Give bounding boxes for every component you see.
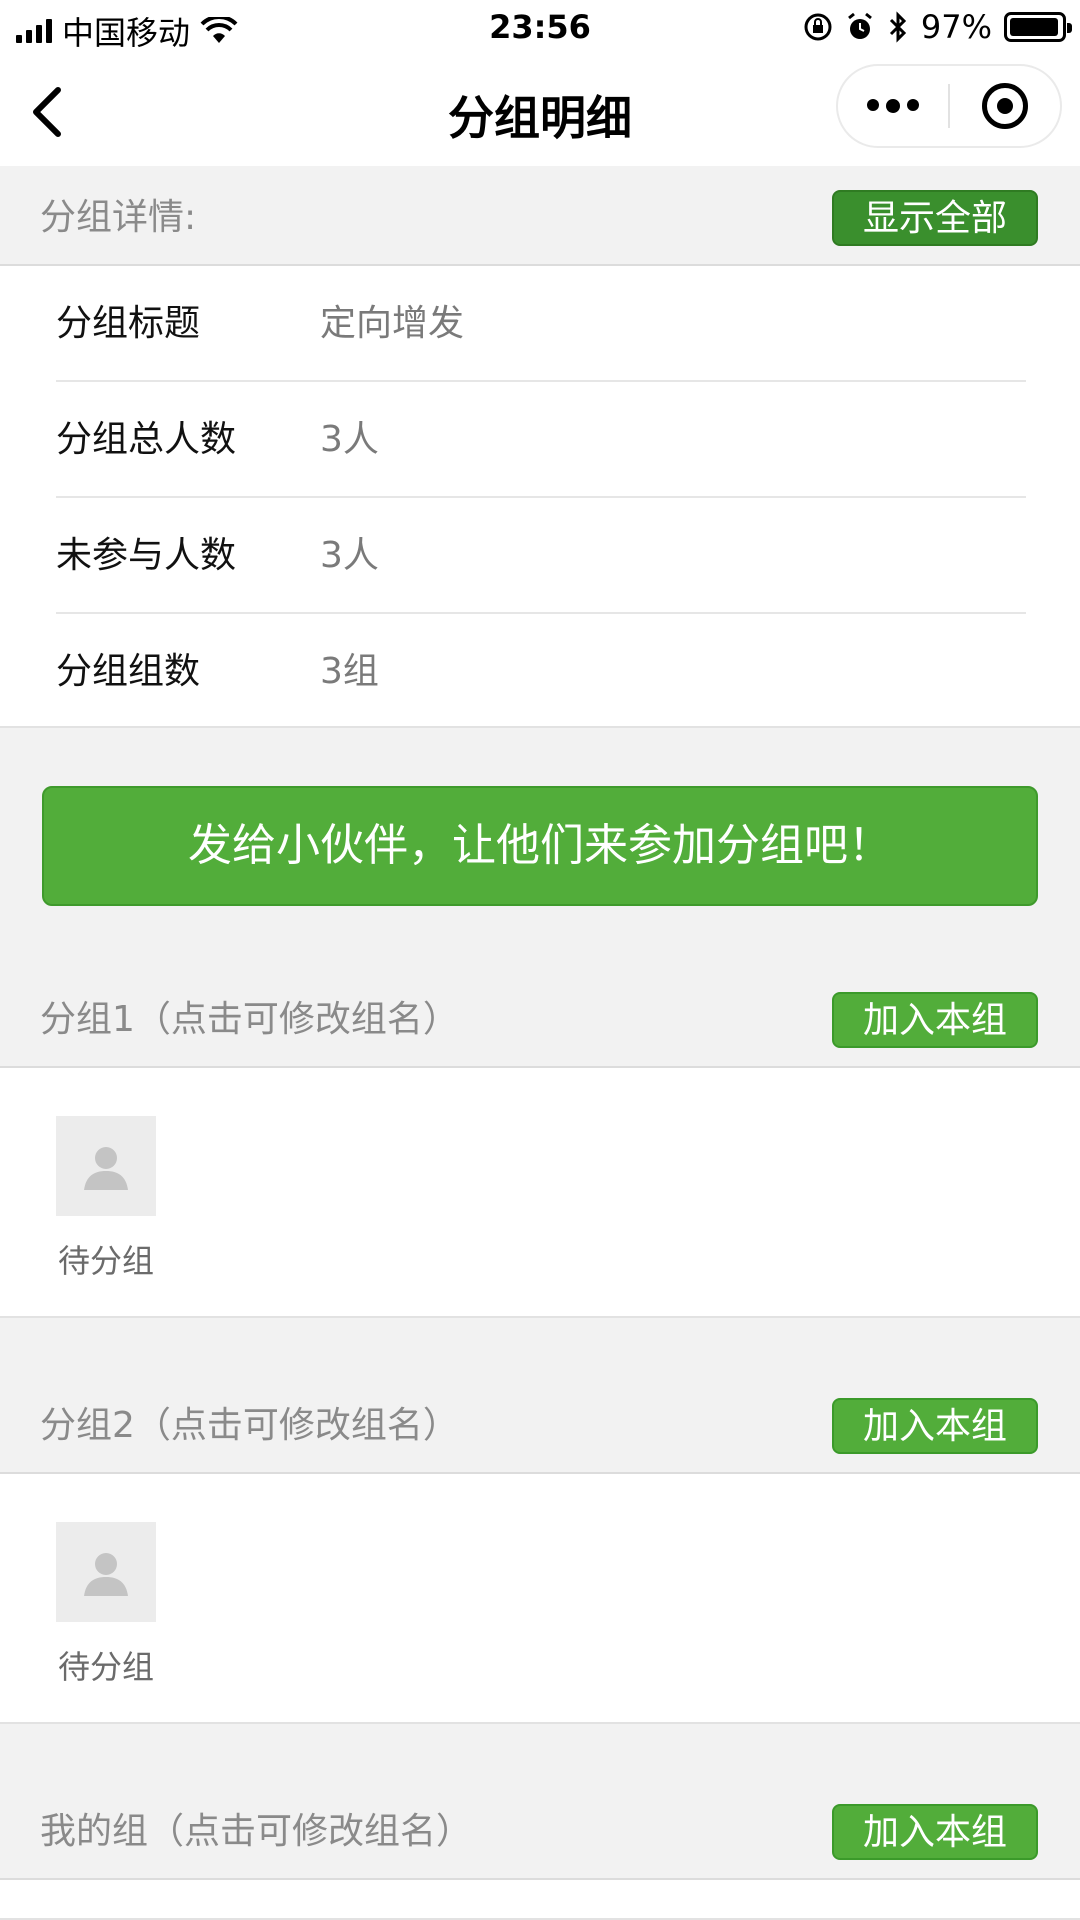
status-bar: 中国移动 23:56 97%	[0, 0, 1080, 56]
battery-percent: 97%	[920, 8, 992, 46]
detail-key: 分组总人数	[56, 419, 237, 460]
avatar	[56, 1116, 156, 1216]
detail-value: 3人	[320, 419, 379, 460]
group-title[interactable]: 我的组（点击可修改组名）	[40, 1784, 472, 1880]
details-header-label: 分组详情:	[40, 197, 197, 238]
detail-row: 分组标题 定向增发	[56, 266, 1026, 382]
join-group-button[interactable]: 加入本组	[832, 1398, 1038, 1454]
detail-row: 分组组数 3组	[56, 614, 1026, 730]
detail-key: 未参与人数	[56, 535, 237, 576]
close-miniprogram-icon	[981, 83, 1028, 129]
miniprogram-capsule	[836, 64, 1062, 148]
group-members: 待分组	[0, 1068, 1080, 1318]
alarm-icon	[847, 12, 872, 39]
bluetooth-icon	[889, 11, 906, 43]
detail-key: 分组标题	[56, 303, 201, 344]
detail-key: 分组组数	[56, 651, 201, 692]
status-right: 97%	[803, 8, 1072, 46]
group-members	[0, 1880, 1080, 1920]
details-list: 分组标题 定向增发 分组总人数 3人 未参与人数 3人 分组组数 3组	[0, 266, 1080, 728]
member-item[interactable]: 待分组	[56, 1522, 156, 1688]
group-title[interactable]: 分组2（点击可修改组名）	[40, 1378, 459, 1474]
orientation-lock-icon	[804, 13, 832, 41]
details-header: 分组详情: 显示全部	[0, 170, 1080, 266]
nav-bar: 分组明细	[0, 56, 1080, 166]
battery-icon	[1004, 12, 1072, 42]
group-title[interactable]: 分组1（点击可修改组名）	[40, 972, 459, 1068]
member-item[interactable]: 待分组	[56, 1116, 156, 1282]
more-button[interactable]	[838, 64, 948, 148]
member-name: 待分组	[57, 1242, 154, 1280]
detail-value: 3组	[320, 651, 379, 692]
share-to-friends-button[interactable]: 发给小伙伴，让他们来参加分组吧！	[42, 786, 1038, 906]
more-dots-icon	[867, 99, 919, 113]
avatar	[56, 1522, 156, 1622]
group-header[interactable]: 分组2（点击可修改组名） 加入本组	[0, 1378, 1080, 1474]
user-avatar-icon	[84, 1147, 128, 1190]
join-group-button[interactable]: 加入本组	[832, 1804, 1038, 1860]
member-name: 待分组	[57, 1648, 154, 1686]
detail-row: 未参与人数 3人	[56, 498, 1026, 614]
show-all-button[interactable]: 显示全部	[832, 190, 1038, 246]
user-avatar-icon	[84, 1553, 128, 1596]
group-members: 待分组	[0, 1474, 1080, 1724]
page: 中国移动 23:56 97% 分组明细 分组详情: 显示全部 分组标题 定向增发…	[0, 0, 1080, 1920]
group-header[interactable]: 我的组（点击可修改组名） 加入本组	[0, 1784, 1080, 1880]
detail-value: 3人	[320, 535, 379, 576]
detail-row: 分组总人数 3人	[56, 382, 1026, 498]
detail-value: 定向增发	[320, 303, 465, 344]
join-group-button[interactable]: 加入本组	[832, 992, 1038, 1048]
group-header[interactable]: 分组1（点击可修改组名） 加入本组	[0, 972, 1080, 1068]
close-miniprogram-button[interactable]	[950, 64, 1060, 148]
